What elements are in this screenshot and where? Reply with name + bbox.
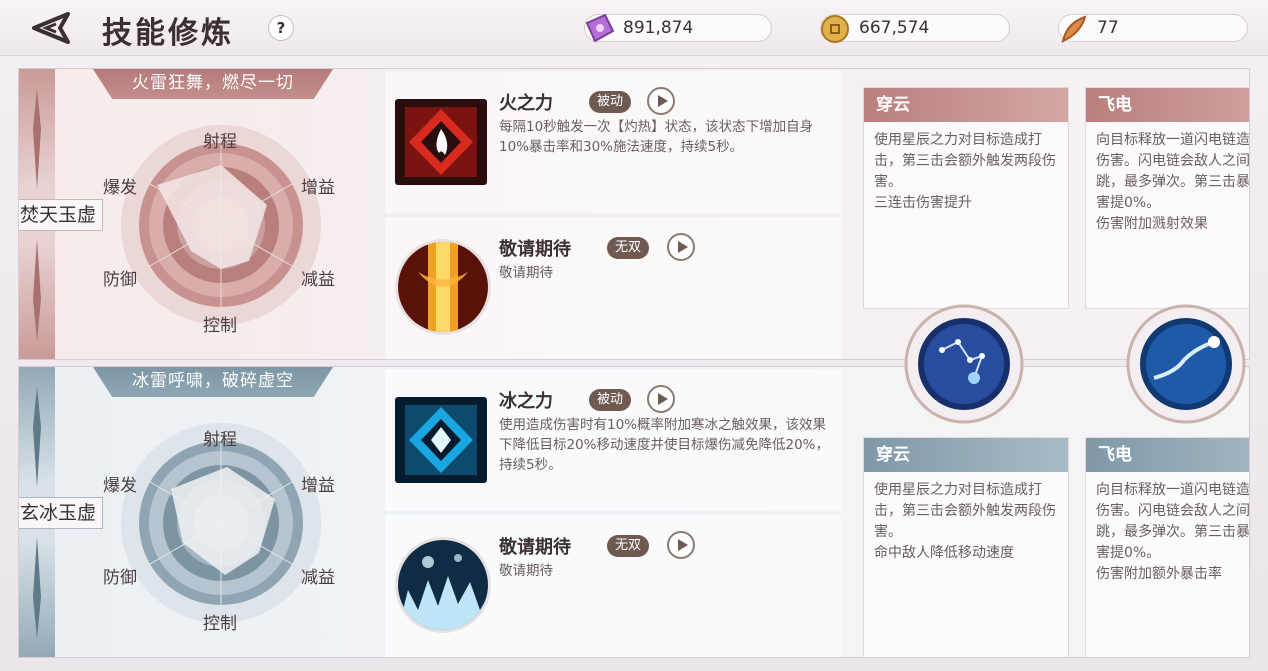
card-title: 飞电 xyxy=(1086,88,1249,122)
page-title: 技能修炼 xyxy=(102,16,234,51)
stat-label-range: 射程 xyxy=(203,430,237,450)
resource-value: 891,874 xyxy=(623,18,694,38)
skill-type-badge: 被动 xyxy=(589,389,632,411)
skill-card-chuanyun[interactable]: 穿云 使用星辰之力对目标造成打击，第三击会额外触发两段伤害。 命中敌人降低移动速… xyxy=(863,437,1069,657)
locked-skill-fire-icon xyxy=(395,239,491,335)
play-preview-button[interactable] xyxy=(647,87,675,115)
stat-radar-chart: 射程 爆发 增益 防御 减益 控制 xyxy=(79,403,369,655)
card-title: 飞电 xyxy=(1086,438,1249,472)
stat-label-debuff: 减益 xyxy=(301,568,335,588)
resource-value: 77 xyxy=(1097,18,1119,38)
skill-row[interactable]: 火之力 被动 每隔10秒触发一次【灼热】状态，该状态下增加自身10%暴击率和30… xyxy=(385,71,841,213)
skill-card-feidian[interactable]: 飞电 向目标释放一道闪电链造成雷伤害。闪电链会敌人之间弹跳，最多弹次。第三击暴击… xyxy=(1085,437,1250,657)
skill-description: 敬请期待 xyxy=(499,265,553,281)
purple-ticket-icon xyxy=(585,13,615,43)
gold-coin-icon xyxy=(821,15,849,43)
resource-gold-coin: 667,574 xyxy=(820,14,1010,43)
ice-power-skill-icon xyxy=(395,397,487,483)
skill-type-badge: 被动 xyxy=(589,91,632,113)
card-title: 穿云 xyxy=(864,438,1068,472)
constellation-orb-icon[interactable] xyxy=(902,302,1026,426)
card-description: 使用星辰之力对目标造成打击，第三击会额外触发两段伤害。 命中敌人降低移动速度 xyxy=(874,482,1056,561)
skill-card-chuanyun[interactable]: 穿云 使用星辰之力对目标造成打击，第三击会额外触发两段伤害。 三连击伤害提升 xyxy=(863,87,1069,309)
stat-label-control: 控制 xyxy=(203,316,237,336)
skill-list: 火之力 被动 每隔10秒触发一次【灼热】状态，该状态下增加自身10%暴击率和30… xyxy=(385,69,841,359)
back-arrow-icon[interactable] xyxy=(26,10,74,46)
stat-label-defense: 防御 xyxy=(103,568,137,588)
stat-radar-chart: 射程 爆发 增益 防御 减益 控制 xyxy=(79,105,369,357)
stat-label-burst: 爆发 xyxy=(103,178,137,198)
fire-power-skill-icon xyxy=(395,99,487,185)
play-preview-button[interactable] xyxy=(667,233,695,261)
feather-token-icon xyxy=(1061,15,1087,43)
class-motto: 火雷狂舞，燃尽一切 xyxy=(93,69,333,99)
class-motto: 冰雷呼啸，破碎虚空 xyxy=(93,367,333,397)
ice-class-panel: 冰雷呼啸，破碎虚空 玄冰玉虚 射程 爆发 增益 防御 减益 控制 冰之力 被动 … xyxy=(18,366,1250,658)
stat-label-control: 控制 xyxy=(203,614,237,634)
fire-class-panel: 火雷狂舞，燃尽一切 焚天玉虚 射程 爆发 增益 防御 减益 控制 火之力 被动 … xyxy=(18,68,1250,360)
lightning-orb-icon[interactable] xyxy=(1124,302,1248,426)
skill-description: 每隔10秒触发一次【灼热】状态，该状态下增加自身10%暴击率和30%施法速度，持… xyxy=(499,119,814,155)
skill-row[interactable]: 敬请期待 无双 敬请期待 xyxy=(385,217,841,359)
skill-list: 冰之力 被动 使用造成伤害时有10%概率附加寒冰之触效果，该效果下降低目标20%… xyxy=(385,367,841,657)
stat-label-burst: 爆发 xyxy=(103,476,137,496)
card-description: 使用星辰之力对目标造成打击，第三击会额外触发两段伤害。 三连击伤害提升 xyxy=(874,132,1056,211)
help-button[interactable]: ? xyxy=(268,15,294,41)
skill-type-badge: 无双 xyxy=(607,237,650,259)
skill-name: 敬请期待 xyxy=(499,537,571,558)
resource-purple-ticket: 891,874 xyxy=(584,13,772,43)
skill-description: 敬请期待 xyxy=(499,563,553,579)
skill-name: 敬请期待 xyxy=(499,239,571,260)
skill-row[interactable]: 冰之力 被动 使用造成伤害时有10%概率附加寒冰之触效果，该效果下降低目标20%… xyxy=(385,369,841,511)
card-description: 向目标释放一道闪电链造成雷伤害。闪电链会敌人之间弹跳，最多弹次。第三击暴击伤害提… xyxy=(1096,482,1250,582)
skill-description: 使用造成伤害时有10%概率附加寒冰之触效果，该效果下降低目标20%移动速度并使目… xyxy=(499,417,830,473)
skill-type-badge: 无双 xyxy=(607,535,650,557)
skill-name: 冰之力 xyxy=(499,391,553,412)
resource-feather-token: 77 xyxy=(1058,14,1248,43)
stat-label-range: 射程 xyxy=(203,132,237,152)
skill-name: 火之力 xyxy=(499,93,553,114)
card-description: 向目标释放一道闪电链造成雷伤害。闪电链会敌人之间弹跳，最多弹次。第三击暴击伤害提… xyxy=(1096,132,1250,232)
stat-label-defense: 防御 xyxy=(103,270,137,290)
play-preview-button[interactable] xyxy=(647,385,675,413)
card-title: 穿云 xyxy=(864,88,1068,122)
play-preview-button[interactable] xyxy=(667,531,695,559)
skill-card-feidian[interactable]: 飞电 向目标释放一道闪电链造成雷伤害。闪电链会敌人之间弹跳，最多弹次。第三击暴击… xyxy=(1085,87,1250,309)
stat-label-buff: 增益 xyxy=(301,476,335,496)
skill-row[interactable]: 敬请期待 无双 敬请期待 xyxy=(385,515,841,657)
stat-label-buff: 增益 xyxy=(301,178,335,198)
top-bar: 技能修炼 ? 891,874 667,574 77 xyxy=(0,0,1268,56)
stat-label-debuff: 减益 xyxy=(301,270,335,290)
resource-value: 667,574 xyxy=(859,18,930,38)
locked-skill-ice-icon xyxy=(395,537,491,633)
